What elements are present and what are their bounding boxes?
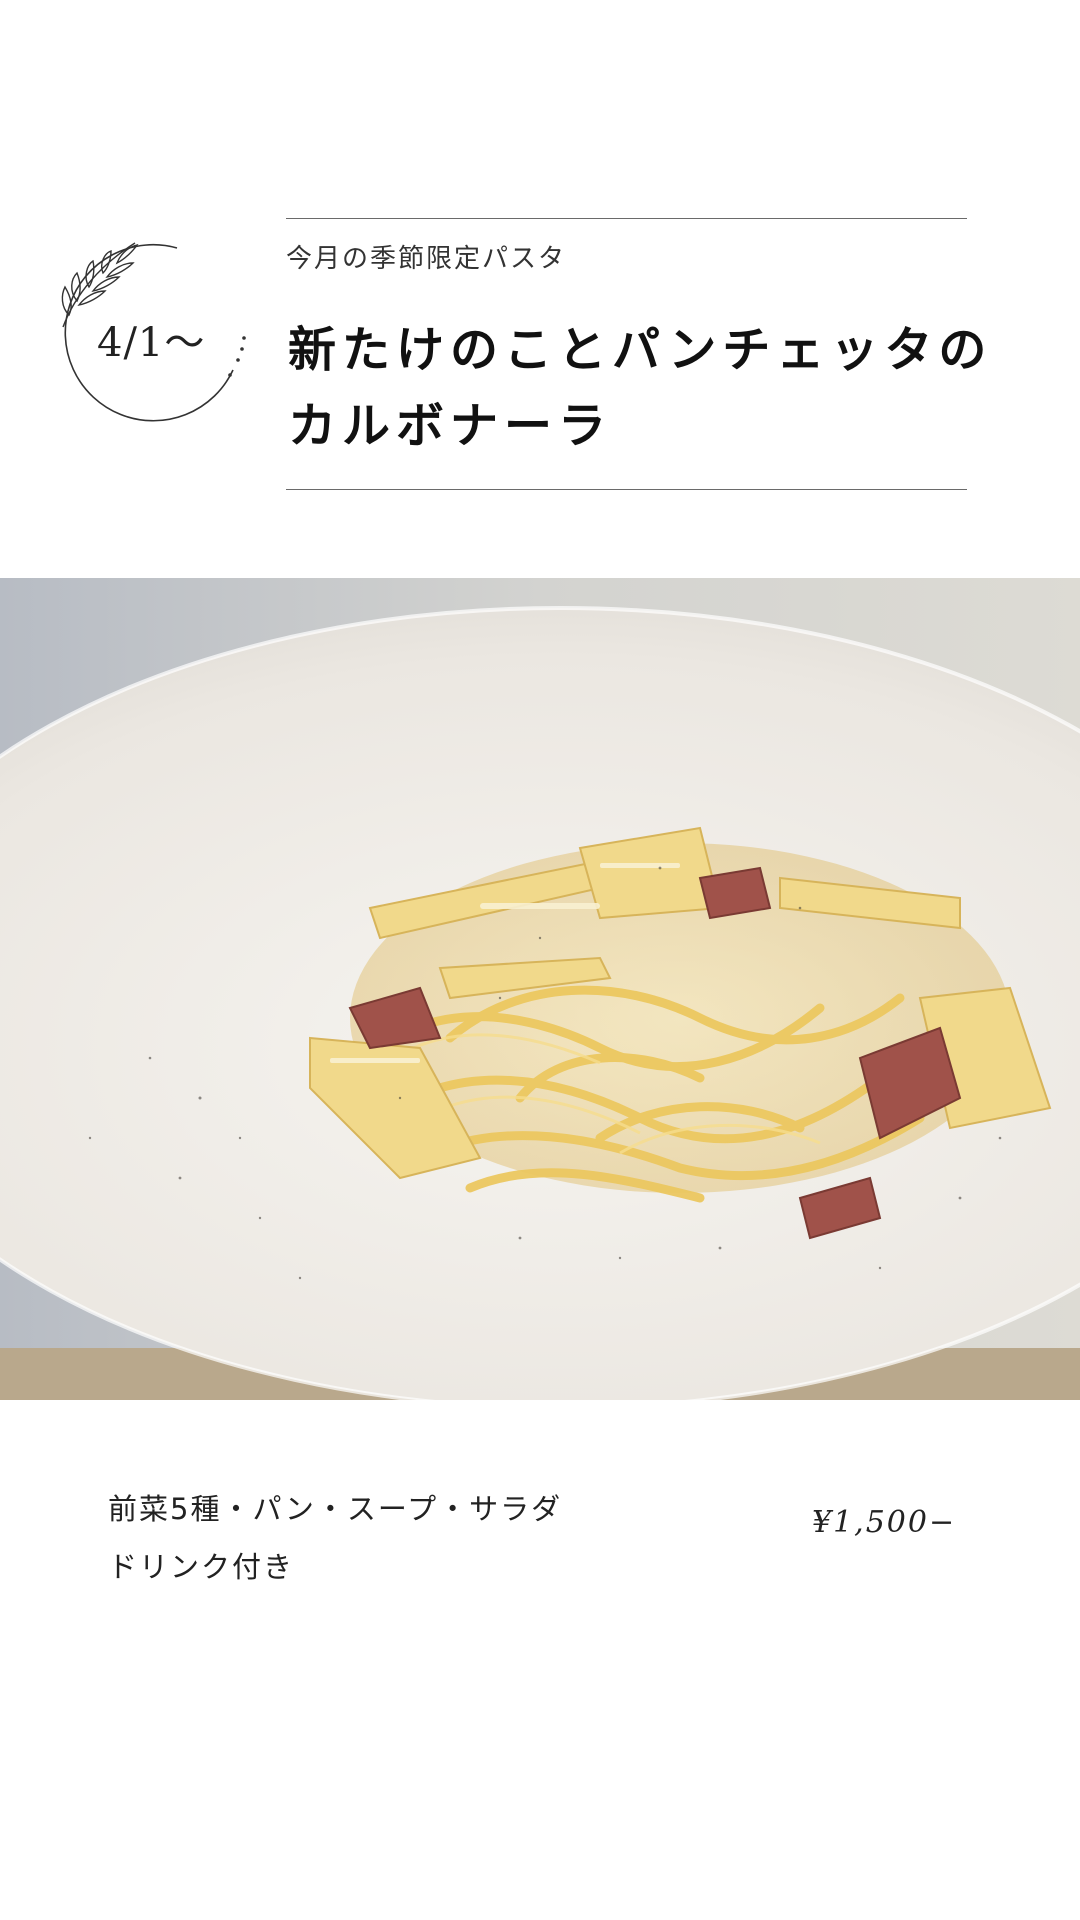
menu-subtitle: 今月の季節限定パスタ [286,244,567,274]
bottom-divider [286,489,967,490]
price-label: ¥1,500− [812,1505,957,1540]
date-badge: 4/1〜 [55,235,255,435]
dish-title: 新たけのことパンチェッタの カルボナーラ [288,312,992,464]
course-description-line-2: ドリンク付き [108,1550,295,1584]
top-divider [286,218,967,219]
pasta-photo-icon [0,578,1080,1400]
start-date: 4/1〜 [97,320,206,366]
pasta-dish-photo [0,578,1080,1400]
course-description: 前菜5種・パン・スープ・サラダ ドリンク付き [108,1480,562,1596]
course-description-line-1: 前菜5種・パン・スープ・サラダ [108,1492,563,1526]
dish-title-line-2: カルボナーラ [288,398,613,454]
dish-title-line-1: 新たけのことパンチェッタの [288,322,993,378]
